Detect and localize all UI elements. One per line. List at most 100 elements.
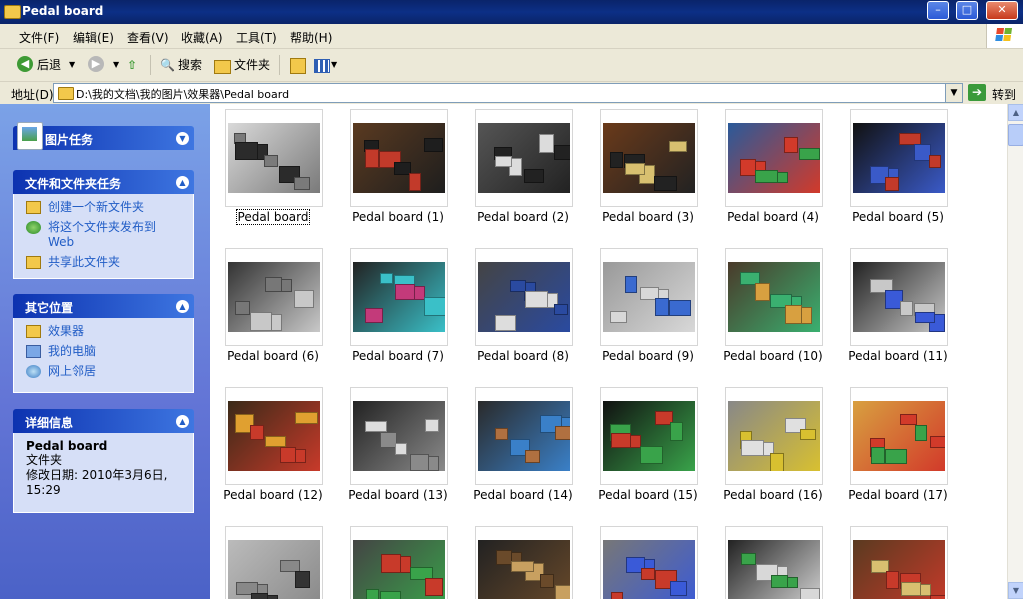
folders-icon[interactable] bbox=[214, 60, 231, 74]
file-thumbnail[interactable] bbox=[725, 526, 823, 599]
file-name-label[interactable]: Pedal board (15) bbox=[583, 488, 713, 502]
other-places-header[interactable]: 其它位置 ▲ bbox=[13, 294, 194, 318]
views-dropdown-icon[interactable]: ▼ bbox=[331, 55, 337, 75]
file-name-label[interactable]: Pedal board (13) bbox=[333, 488, 463, 502]
scroll-down-icon[interactable]: ▼ bbox=[1008, 582, 1023, 599]
back-arrow-icon[interactable]: ◀ bbox=[17, 56, 33, 72]
minimize-button[interactable]: – bbox=[927, 1, 949, 20]
menu-edit[interactable]: 编辑(E) bbox=[73, 29, 114, 46]
pedal-shape bbox=[495, 428, 508, 440]
share-folder-icon bbox=[26, 256, 41, 269]
collapse-chevron-icon[interactable]: ▲ bbox=[176, 300, 189, 313]
details-modified: 修改日期: 2010年3月6日, 15:29 bbox=[26, 468, 168, 497]
forward-arrow-icon[interactable]: ▶ bbox=[88, 56, 104, 72]
views-icon[interactable] bbox=[314, 59, 330, 73]
folder-options-icon[interactable] bbox=[290, 58, 306, 74]
file-thumbnail[interactable] bbox=[475, 248, 573, 346]
menu-help[interactable]: 帮助(H) bbox=[290, 29, 332, 46]
file-thumbnail[interactable] bbox=[225, 387, 323, 485]
file-name-label[interactable]: Pedal board (7) bbox=[333, 349, 463, 363]
file-thumbnail[interactable] bbox=[350, 248, 448, 346]
file-thumbnail[interactable] bbox=[475, 387, 573, 485]
search-icon[interactable]: 🔍 bbox=[160, 55, 175, 75]
file-thumbnail[interactable] bbox=[225, 248, 323, 346]
scroll-up-icon[interactable]: ▲ bbox=[1008, 104, 1023, 121]
file-thumbnail[interactable] bbox=[225, 526, 323, 599]
search-button[interactable]: 搜索 bbox=[178, 55, 202, 75]
file-thumbnail[interactable] bbox=[350, 526, 448, 599]
file-thumbnail[interactable] bbox=[850, 109, 948, 207]
details-header[interactable]: 详细信息 ▲ bbox=[13, 409, 194, 433]
file-name-label[interactable]: Pedal board (12) bbox=[210, 488, 338, 502]
file-thumbnail[interactable] bbox=[600, 109, 698, 207]
file-thumbnail[interactable] bbox=[225, 109, 323, 207]
file-thumbnail[interactable] bbox=[725, 387, 823, 485]
go-button[interactable]: 转到 bbox=[992, 86, 1016, 103]
file-thumbnail[interactable] bbox=[475, 109, 573, 207]
menu-view[interactable]: 查看(V) bbox=[127, 29, 169, 46]
close-button[interactable]: ✕ bbox=[986, 1, 1018, 20]
pedal-shape bbox=[410, 454, 429, 471]
my-computer-link[interactable]: 我的电脑 bbox=[26, 344, 183, 359]
file-thumbnail[interactable] bbox=[600, 248, 698, 346]
photo-image bbox=[603, 112, 695, 204]
effects-folder-link[interactable]: 效果器 bbox=[26, 324, 183, 339]
pedal-shape bbox=[365, 421, 387, 432]
picture-tasks-header[interactable]: 图片任务 ▼ bbox=[13, 122, 194, 150]
publish-web-task[interactable]: 将这个文件夹发布到 Web bbox=[26, 220, 183, 250]
file-name-label[interactable]: Pedal board (11) bbox=[833, 349, 963, 363]
pedal-shape bbox=[930, 595, 945, 599]
address-bar: 地址(D) D:\我的文档\我的图片\效果器\Pedal board ▼ ➔ 转… bbox=[0, 82, 1023, 105]
collapse-chevron-icon[interactable]: ▲ bbox=[176, 176, 189, 189]
title-bar[interactable]: Pedal board – □ ✕ bbox=[0, 0, 1023, 24]
file-name-label[interactable]: Pedal board (10) bbox=[708, 349, 838, 363]
file-thumbnail[interactable] bbox=[600, 387, 698, 485]
network-places-link[interactable]: 网上邻居 bbox=[26, 364, 183, 379]
forward-dropdown-icon[interactable]: ▼ bbox=[113, 55, 119, 75]
folders-button[interactable]: 文件夹 bbox=[234, 55, 270, 75]
file-name-text: Pedal board (10) bbox=[723, 349, 823, 363]
file-name-label[interactable]: Pedal board (8) bbox=[458, 349, 588, 363]
go-arrow-icon[interactable]: ➔ bbox=[968, 84, 986, 101]
menu-favorites[interactable]: 收藏(A) bbox=[181, 29, 223, 46]
menu-file[interactable]: 文件(F) bbox=[19, 29, 59, 46]
file-thumbnail[interactable] bbox=[475, 526, 573, 599]
file-thumbnail[interactable] bbox=[850, 248, 948, 346]
file-tasks-header[interactable]: 文件和文件夹任务 ▲ bbox=[13, 170, 194, 194]
back-dropdown-icon[interactable]: ▼ bbox=[69, 55, 75, 75]
details-name: Pedal board bbox=[26, 439, 108, 453]
scroll-thumb[interactable] bbox=[1008, 124, 1023, 146]
file-name-label[interactable]: Pedal board (6) bbox=[210, 349, 338, 363]
share-folder-task[interactable]: 共享此文件夹 bbox=[26, 255, 183, 270]
address-dropdown-icon[interactable]: ▼ bbox=[945, 84, 962, 102]
file-name-label[interactable]: Pedal board (9) bbox=[583, 349, 713, 363]
file-thumbnail[interactable] bbox=[350, 387, 448, 485]
file-thumbnail[interactable] bbox=[850, 387, 948, 485]
file-thumbnail[interactable] bbox=[850, 526, 948, 599]
file-thumbnail[interactable] bbox=[725, 248, 823, 346]
file-name-label[interactable]: Pedal board bbox=[210, 209, 338, 225]
pedal-shape bbox=[740, 159, 756, 176]
file-thumbnail[interactable] bbox=[350, 109, 448, 207]
file-name-label[interactable]: Pedal board (4) bbox=[708, 210, 838, 224]
back-button[interactable]: 后退 bbox=[37, 55, 61, 75]
file-name-label[interactable]: Pedal board (16) bbox=[708, 488, 838, 502]
thumbnail-view[interactable]: Pedal board Pedal board (1) Pedal board (2… bbox=[210, 104, 1007, 599]
collapse-chevron-icon[interactable]: ▲ bbox=[176, 415, 189, 428]
maximize-button[interactable]: □ bbox=[956, 1, 978, 20]
details-panel: 详细信息 ▲ Pedal board 文件夹 修改日期: 2010年3月6日, … bbox=[13, 409, 194, 513]
file-name-label[interactable]: Pedal board (14) bbox=[458, 488, 588, 502]
file-name-label[interactable]: Pedal board (17) bbox=[833, 488, 963, 502]
file-name-label[interactable]: Pedal board (1) bbox=[333, 210, 463, 224]
vertical-scrollbar[interactable]: ▲ ▼ bbox=[1007, 104, 1023, 599]
new-folder-task[interactable]: 创建一个新文件夹 bbox=[26, 200, 183, 215]
menu-tools[interactable]: 工具(T) bbox=[236, 29, 277, 46]
file-thumbnail[interactable] bbox=[600, 526, 698, 599]
file-name-label[interactable]: Pedal board (3) bbox=[583, 210, 713, 224]
up-folder-icon[interactable]: ⇧ bbox=[127, 55, 137, 75]
address-input[interactable]: D:\我的文档\我的图片\效果器\Pedal board ▼ bbox=[53, 83, 963, 103]
file-name-label[interactable]: Pedal board (5) bbox=[833, 210, 963, 224]
file-thumbnail[interactable] bbox=[725, 109, 823, 207]
file-name-label[interactable]: Pedal board (2) bbox=[458, 210, 588, 224]
collapse-chevron-icon[interactable]: ▼ bbox=[176, 132, 189, 145]
